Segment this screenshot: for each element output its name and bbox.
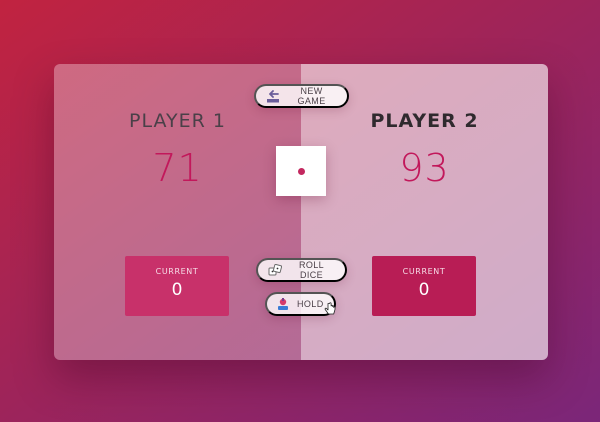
hold-label: HOLD bbox=[297, 299, 324, 309]
roll-dice-label: ROLL DICE bbox=[298, 260, 325, 280]
hand-pointer-icon bbox=[324, 301, 336, 320]
bank-icon bbox=[277, 297, 289, 311]
dice bbox=[276, 146, 326, 196]
player-2-current-label: CURRENT bbox=[402, 267, 446, 276]
new-game-label: NEW GAME bbox=[297, 86, 326, 106]
player-2-current-box: CURRENT 0 bbox=[372, 256, 476, 316]
end-arrow-icon bbox=[266, 89, 280, 103]
player-1-panel: PLAYER 1 71 CURRENT 0 bbox=[54, 64, 301, 360]
dice-pip bbox=[297, 167, 305, 175]
player-1-current-label: CURRENT bbox=[155, 267, 199, 276]
dice-icon bbox=[268, 263, 282, 277]
player-2-panel: PLAYER 2 93 CURRENT 0 bbox=[301, 64, 548, 360]
new-game-button[interactable]: NEW GAME bbox=[254, 84, 349, 108]
player-2-score: 93 bbox=[399, 146, 450, 190]
player-1-current-box: CURRENT 0 bbox=[125, 256, 229, 316]
player-2-name: PLAYER 2 bbox=[370, 110, 479, 132]
player-1-current-score: 0 bbox=[171, 280, 183, 300]
player-1-name: PLAYER 1 bbox=[129, 110, 226, 132]
player-1-score: 71 bbox=[152, 146, 203, 190]
player-2-current-score: 0 bbox=[418, 280, 430, 300]
roll-dice-button[interactable]: ROLL DICE bbox=[256, 258, 347, 282]
